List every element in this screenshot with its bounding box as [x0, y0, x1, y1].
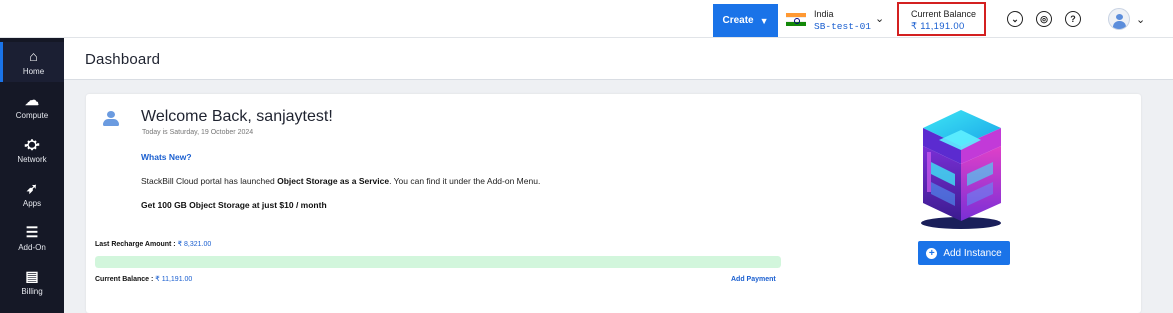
- create-button[interactable]: Create ▼: [713, 4, 778, 37]
- user-avatar-icon: [103, 109, 119, 127]
- sidebar-item-label: Compute: [15, 110, 49, 120]
- sidebar-item-add-on[interactable]: ☰ Add-On: [0, 218, 64, 258]
- receipt-icon: ▤: [25, 267, 39, 284]
- balance-amount: ₹ 11,191.00: [911, 21, 965, 32]
- chevron-circle-icon[interactable]: ⌄: [1007, 11, 1023, 27]
- sidebar-item-label: Home: [22, 66, 45, 76]
- welcome-date: Today is Saturday, 19 October 2024: [142, 129, 254, 136]
- last-recharge: Last Recharge Amount : ₹ 8,321.00: [95, 241, 212, 248]
- whats-new-heading: Whats New?: [141, 152, 192, 162]
- balance-progress-bar: [95, 256, 781, 268]
- cloud-icon: ☁: [25, 91, 39, 108]
- region-chevron-down-icon[interactable]: ⌄: [875, 12, 884, 25]
- sidebar-item-network[interactable]: ⛮ Network: [0, 130, 64, 170]
- network-icon: ⛮: [24, 135, 40, 152]
- region-selector[interactable]: India SB-test-01: [814, 8, 871, 33]
- sidebar-item-home[interactable]: ⌂ Home: [0, 42, 64, 82]
- rocket-icon: ➶: [26, 179, 38, 196]
- support-icon[interactable]: ◎: [1036, 11, 1052, 27]
- add-payment-link[interactable]: Add Payment: [731, 276, 776, 283]
- current-balance-widget: Current Balance ₹ 11,191.00: [897, 2, 986, 36]
- welcome-card: Welcome Back, sanjaytest! Today is Satur…: [86, 94, 1141, 313]
- add-instance-label: Add Instance: [943, 247, 1002, 259]
- user-menu[interactable]: ⌄: [1108, 8, 1145, 30]
- current-balance-value: ₹ 11,191.00: [155, 276, 193, 283]
- sidebar-item-label: Billing: [21, 286, 43, 296]
- page-title: Dashboard: [85, 51, 161, 68]
- sidebar-item-label: Apps: [22, 198, 42, 208]
- balance-progress-fill: [95, 256, 781, 268]
- welcome-title: Welcome Back, sanjaytest!: [141, 108, 333, 125]
- add-instance-button[interactable]: + Add Instance: [918, 241, 1010, 265]
- chevron-down-icon: ▼: [759, 15, 769, 26]
- create-label: Create: [722, 15, 754, 26]
- avatar: [1108, 8, 1130, 30]
- current-balance: Current Balance : ₹ 11,191.00: [95, 276, 193, 283]
- home-icon: ⌂: [29, 47, 38, 64]
- offer-text: Get 100 GB Object Storage at just $10 / …: [141, 200, 327, 210]
- sidebar: ⌂ Home ☁ Compute ⛮ Network ➶ Apps ☰ Add-…: [0, 38, 64, 313]
- balance-label: Current Balance: [911, 9, 977, 19]
- india-flag-icon: [786, 13, 806, 27]
- sidebar-item-apps[interactable]: ➶ Apps: [0, 174, 64, 214]
- region-country: India: [814, 9, 834, 19]
- announcement-highlight: Object Storage as a Service: [277, 176, 390, 186]
- last-recharge-value: ₹ 8,321.00: [177, 241, 212, 248]
- sidebar-item-label: Add-On: [18, 242, 46, 252]
- sidebar-item-compute[interactable]: ☁ Compute: [0, 86, 64, 126]
- help-icon[interactable]: ?: [1065, 11, 1081, 27]
- region-project: SB-test-01: [814, 21, 872, 32]
- top-bar: Create ▼ India SB-test-01 ⌄ Current Bala…: [0, 0, 1173, 38]
- plus-circle-icon: +: [926, 247, 938, 259]
- server-illustration: [921, 110, 1001, 229]
- sidebar-item-label: Network: [17, 154, 47, 164]
- add-list-icon: ☰: [25, 223, 39, 240]
- sidebar-item-billing[interactable]: ▤ Billing: [0, 262, 64, 302]
- announcement-text: StackBill Cloud portal has launched Obje…: [141, 176, 541, 186]
- page-header: Dashboard: [64, 38, 1173, 80]
- user-chevron-down-icon: ⌄: [1136, 13, 1146, 26]
